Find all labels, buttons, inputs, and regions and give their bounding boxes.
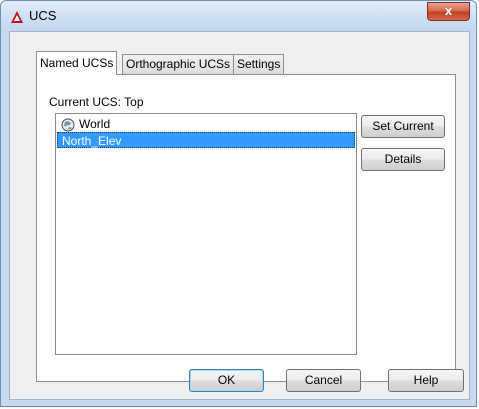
list-item-label: World [79,117,111,131]
tab-label: Settings [237,57,281,71]
list-item-north-elev[interactable]: North_Elev [57,132,355,148]
tab-orthographic-ucss[interactable]: Orthographic UCSs [122,54,235,74]
current-ucs-label: Current UCS: Top [49,95,144,109]
window-title: UCS [29,8,57,23]
close-icon: x [444,3,453,18]
list-item-label: North_Elev [62,134,122,148]
title-bar[interactable]: UCS x [1,1,476,31]
list-item-world[interactable]: World [57,116,355,132]
ok-button[interactable]: OK [189,369,264,392]
tab-named-ucss[interactable]: Named UCSs [36,51,118,75]
globe-icon [61,118,75,132]
autocad-logo-icon [11,11,23,23]
set-current-button[interactable]: Set Current [361,115,445,138]
tab-label: Orthographic UCSs [126,57,231,71]
ucs-dialog-window: UCS x Named UCSs Orthographic UCSs Setti… [0,0,477,407]
details-button[interactable]: Details [361,148,445,171]
close-button[interactable]: x [427,2,470,21]
current-ucs-value: Top [124,95,144,109]
current-ucs-caption: Current UCS: [49,95,122,109]
tab-settings[interactable]: Settings [233,54,285,74]
dialog-client-area: Named UCSs Orthographic UCSs Settings Cu… [9,31,470,400]
tab-label: Named UCSs [40,56,114,70]
help-button[interactable]: Help [388,369,464,392]
cancel-button[interactable]: Cancel [286,369,361,392]
ucs-list[interactable]: World North_Elev [55,113,357,355]
